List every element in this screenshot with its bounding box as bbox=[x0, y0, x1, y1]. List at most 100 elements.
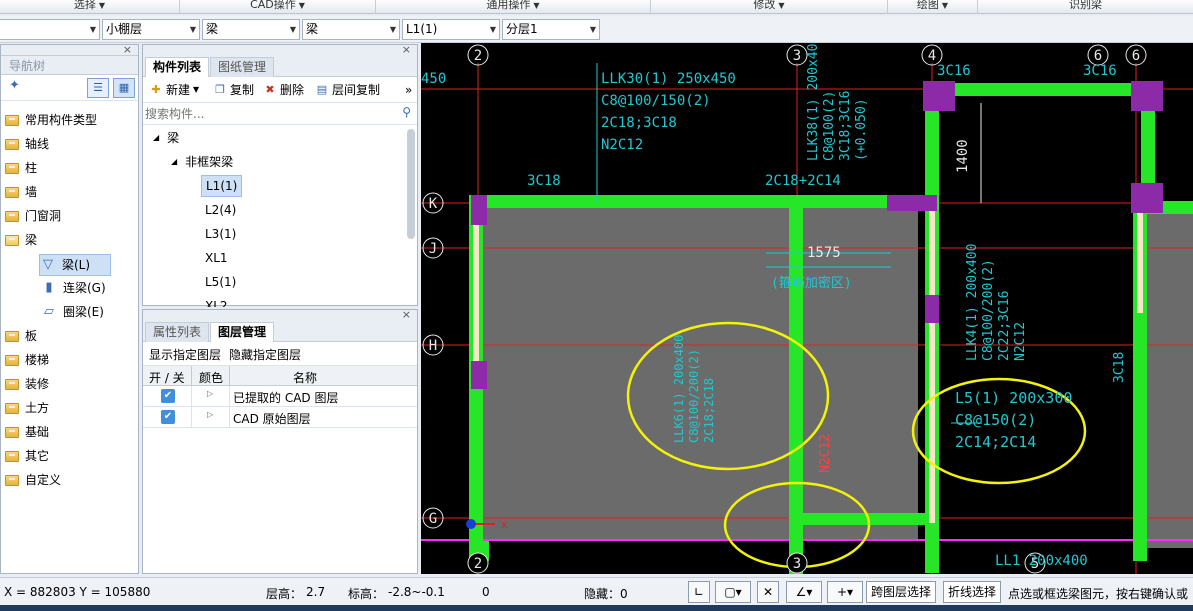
chevron-down-icon: ▼ bbox=[189, 25, 196, 34]
svg-text:G: G bbox=[429, 511, 437, 527]
search-icon[interactable]: ⚲ bbox=[402, 105, 411, 119]
hide-layer-button[interactable]: 隐藏指定图层 bbox=[229, 346, 301, 363]
tree-item-xl2[interactable]: XL2 bbox=[205, 295, 228, 307]
layer-select[interactable]: 分层1 ▼ bbox=[502, 19, 600, 40]
floor-prefix-select[interactable]: ▼ bbox=[0, 19, 100, 40]
tree-group-nonframe[interactable]: ◢ 非框架梁 bbox=[171, 151, 233, 173]
layer-table-header: 开 / 关 颜色 名称 bbox=[143, 366, 417, 386]
floor-copy-button[interactable]: ▤ 层间复制 bbox=[315, 81, 380, 99]
sparkle-icon[interactable]: ✦ bbox=[9, 78, 20, 93]
gray-region bbox=[1141, 213, 1193, 548]
annotation-llk4: LLK4(1) 200x400 C8@100/200(2) 2C22;3C16 … bbox=[965, 244, 1028, 361]
new-button[interactable]: ✚ 新建 ▼ bbox=[149, 81, 199, 99]
nav-item-decoration[interactable]: 装修 bbox=[5, 373, 49, 395]
nav-item-axis[interactable]: 轴线 bbox=[5, 133, 49, 155]
svg-text:3: 3 bbox=[793, 556, 801, 572]
expand-icon[interactable]: ▷ bbox=[207, 410, 213, 419]
cad-drawing[interactable]: 2 3 4 6 6 K J H G 2 3 5 450 LLK30(1) 250… bbox=[421, 43, 1193, 574]
layer-value: 分层1 bbox=[506, 22, 538, 36]
tab-component-list[interactable]: 构件列表 bbox=[145, 57, 210, 77]
polyline-select-button[interactable]: 折线选择 bbox=[943, 581, 1002, 603]
nav-item-opening[interactable]: 门窗洞 bbox=[5, 205, 61, 227]
category-select[interactable]: 梁 ▼ bbox=[202, 19, 300, 40]
offset-icon[interactable]: +▾ bbox=[827, 581, 863, 603]
type-select[interactable]: 梁 ▼ bbox=[302, 19, 400, 40]
collapse-icon[interactable]: ◢ bbox=[153, 127, 159, 149]
nav-item-stairs[interactable]: 楼梯 bbox=[5, 349, 49, 371]
axis-bubble: 4 bbox=[921, 44, 943, 66]
elevation-value: -2.8~-0.1 bbox=[388, 585, 445, 599]
tab-layer-manager[interactable]: 图层管理 bbox=[210, 322, 275, 342]
floor-select[interactable]: 小棚层 ▼ bbox=[102, 19, 200, 40]
list-view-icon[interactable]: ☰ bbox=[87, 78, 109, 98]
snap-icon[interactable]: ▢▾ bbox=[715, 581, 751, 603]
ribbon-cad-group[interactable]: CAD操作 ▼ bbox=[180, 0, 376, 14]
nav-item-label: 装修 bbox=[25, 377, 50, 391]
layer-checkbox[interactable]: ✔ bbox=[161, 389, 175, 403]
more-button[interactable]: » bbox=[405, 81, 412, 99]
nav-item-earthwork[interactable]: 土方 bbox=[5, 397, 49, 419]
nav-item-beam-l[interactable]: ▽ 梁(L) bbox=[39, 254, 111, 276]
tree-item-l3[interactable]: L3(1) bbox=[205, 223, 236, 245]
angle-icon[interactable]: ∠▾ bbox=[786, 581, 822, 603]
floor-height-value: 2.7 bbox=[306, 585, 326, 599]
column bbox=[1131, 81, 1163, 111]
nav-item-beam[interactable]: 梁 bbox=[5, 229, 37, 251]
copy-button[interactable]: ❐ 复制 bbox=[213, 81, 254, 99]
tree-item-l5[interactable]: L5(1) bbox=[205, 271, 236, 293]
grid-view-icon[interactable]: ▦ bbox=[113, 78, 135, 98]
tab-properties[interactable]: 属性列表 bbox=[145, 322, 210, 342]
ribbon-general-group[interactable]: 通用操作 ▼ bbox=[376, 0, 651, 14]
nav-item-custom[interactable]: 自定义 bbox=[5, 469, 61, 491]
annotation-3c16-a: 3C16 bbox=[937, 63, 971, 79]
chevron-down-icon: ▼ bbox=[778, 1, 785, 10]
axis-bubble: 6 bbox=[1125, 44, 1147, 66]
nav-item-label: 轴线 bbox=[25, 137, 50, 151]
nav-item-slab[interactable]: 板 bbox=[5, 325, 37, 347]
ortho-icon[interactable]: ∟ bbox=[688, 581, 710, 603]
layer-name: 已提取的 CAD 图层 bbox=[233, 391, 339, 405]
tree-root-beam[interactable]: ◢ 梁 bbox=[153, 127, 179, 149]
tab-drawing-manager[interactable]: 图纸管理 bbox=[210, 57, 275, 77]
layer-checkbox[interactable]: ✔ bbox=[161, 410, 175, 424]
nav-item-link-beam[interactable]: ▮ 连梁(G) bbox=[41, 277, 105, 299]
svg-text:6: 6 bbox=[1132, 48, 1140, 64]
tree-group-label: 非框架梁 bbox=[185, 155, 234, 169]
folder-icon bbox=[5, 210, 19, 222]
tree-item-l2[interactable]: L2(4) bbox=[205, 199, 236, 221]
new-icon: ✚ bbox=[151, 83, 161, 96]
void-region bbox=[941, 83, 1141, 203]
show-layer-button[interactable]: 显示指定图层 bbox=[149, 346, 221, 363]
tree-item-xl1[interactable]: XL1 bbox=[205, 247, 228, 269]
chevron-down-icon: ▼ bbox=[289, 25, 296, 34]
nav-item-column[interactable]: 柱 bbox=[5, 157, 37, 179]
taskbar bbox=[0, 605, 1193, 611]
tree-item-l1[interactable]: L1(1) bbox=[201, 175, 243, 197]
nav-item-ring-beam[interactable]: ▱ 圈梁(E) bbox=[41, 301, 104, 323]
nav-item-wall[interactable]: 墙 bbox=[5, 181, 37, 203]
svg-text:N2C12: N2C12 bbox=[1013, 322, 1028, 361]
rebar-strip bbox=[1137, 213, 1143, 313]
nav-item-common[interactable]: 常用构件类型 bbox=[5, 109, 97, 131]
expand-icon[interactable]: ▷ bbox=[207, 389, 213, 398]
collapse-icon[interactable]: ◢ bbox=[171, 151, 177, 173]
cross-layer-select-button[interactable]: 跨图层选择 bbox=[866, 581, 937, 603]
close-icon[interactable]: × bbox=[123, 43, 132, 56]
nav-item-foundation[interactable]: 基础 bbox=[5, 421, 49, 443]
svg-text:2C22;3C16: 2C22;3C16 bbox=[997, 291, 1012, 361]
nav-tree-panel: × 导航树 ✦ ☰ ▦ 常用构件类型 轴线 柱 墙 门窗洞 梁 ▽ 梁(L) ▮ 连… bbox=[0, 43, 139, 574]
ribbon-draw-group[interactable]: 绘图 ▼ bbox=[888, 0, 978, 14]
svg-text:3: 3 bbox=[793, 48, 801, 64]
scrollbar[interactable] bbox=[407, 129, 415, 239]
folder-icon bbox=[5, 162, 19, 174]
more-icon: » bbox=[405, 83, 413, 97]
cross-icon[interactable]: ✕ bbox=[757, 581, 779, 603]
cad-canvas[interactable]: 2 3 4 6 6 K J H G 2 3 5 450 LLK30(1) 250… bbox=[421, 43, 1193, 574]
ribbon-modify-group[interactable]: 修改 ▼ bbox=[651, 0, 888, 14]
delete-button[interactable]: ✖ 删除 bbox=[263, 81, 304, 99]
ribbon-identify-group[interactable]: 识别梁 bbox=[978, 0, 1193, 14]
ribbon-select-group[interactable]: 选择 ▼ bbox=[0, 0, 180, 14]
component-select[interactable]: L1(1) ▼ bbox=[402, 19, 500, 40]
nav-item-other[interactable]: 其它 bbox=[5, 445, 49, 467]
search-input[interactable] bbox=[145, 105, 395, 123]
